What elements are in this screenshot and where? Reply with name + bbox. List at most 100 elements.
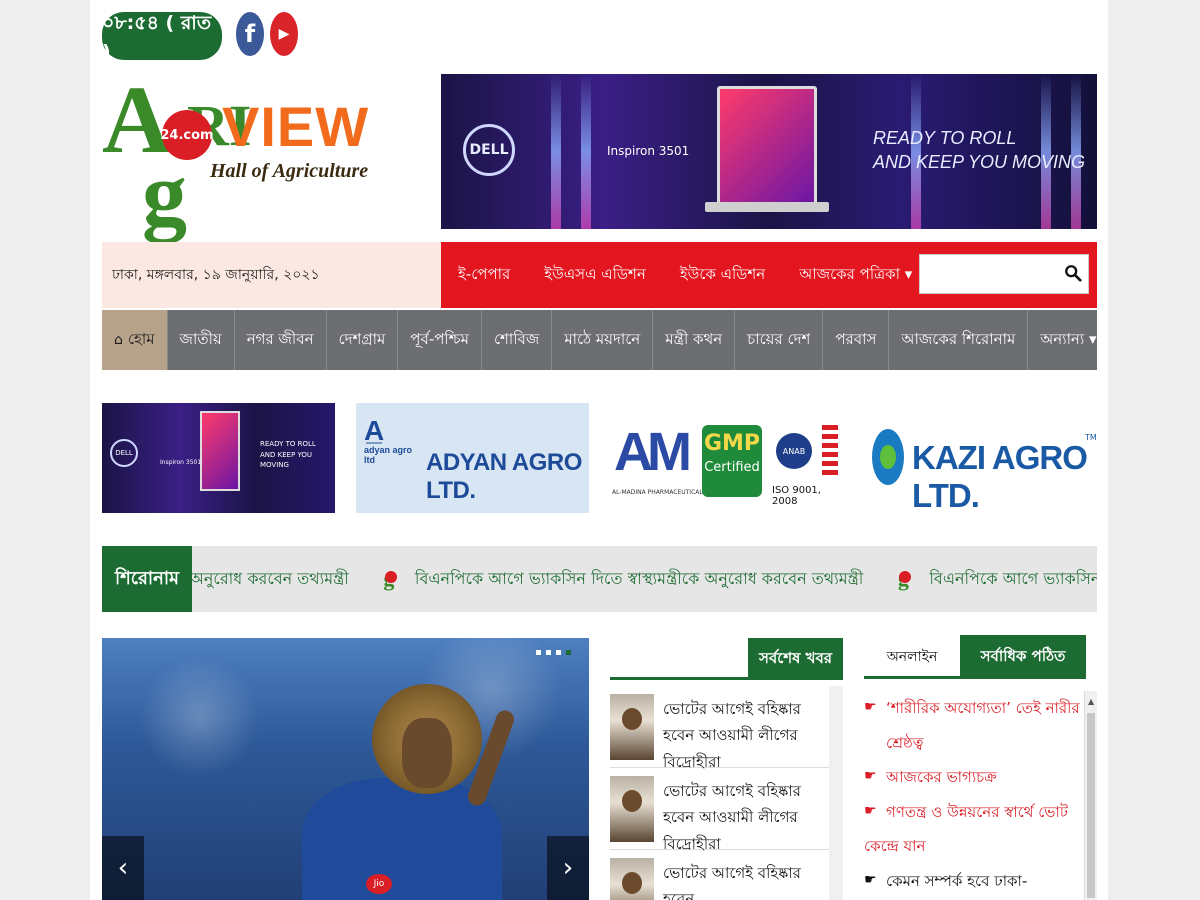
scroll-up-arrow-icon[interactable]: ▲ (1088, 697, 1094, 706)
iso-text: ISO 9001, 2008 (772, 485, 821, 507)
slider-dot[interactable] (536, 650, 541, 655)
player-face (402, 718, 452, 788)
ad-slogan: READY TO ROLL AND KEEP YOU MOVING (260, 440, 316, 469)
featured-slider[interactable]: Jio ‹ › (102, 638, 589, 900)
ticker-logo-icon: g (889, 557, 917, 601)
clock-text: ০৮:৫৪ ( রাত ) (102, 12, 212, 63)
menu-item-epaper[interactable]: ই-পেপার (441, 263, 527, 288)
search-input[interactable] (920, 255, 1060, 293)
nav-item-showbiz[interactable]: শোবিজ (482, 310, 553, 370)
tab-online[interactable]: অনলাইন (864, 635, 960, 679)
banner-slogan: READY TO ROLL AND KEEP YOU MOVING (873, 128, 1086, 173)
menu-item-uk-edition[interactable]: ইউকে এডিশন (663, 263, 782, 288)
news-title[interactable]: ভোটের আগেই বহিষ্কার হবেন (663, 860, 828, 900)
list-item[interactable]: ভোটের আগেই বহিষ্কার হবেন (610, 850, 830, 900)
ad-adyan-agro[interactable]: A̲ adyan agro ltd ADYAN AGRO LTD. (356, 403, 589, 513)
menu-item-usa-edition[interactable]: ইউএসএ এডিশন (527, 263, 663, 288)
latest-news-title: সর্বশেষ খবর (748, 638, 843, 680)
nav-item-east-west[interactable]: পূর্ব-পশ্চিম (398, 310, 482, 370)
menu-item-todays-paper[interactable]: আজকের পত্রিকা ▾ (782, 263, 929, 288)
pointing-hand-icon: ☛ (864, 768, 877, 784)
laptop-base (705, 202, 829, 212)
pointing-hand-icon: ☛ (864, 802, 877, 819)
nav-item-sports[interactable]: মাঠে ময়দানে (552, 310, 654, 370)
slider-dot-active[interactable] (566, 650, 571, 655)
site-logo[interactable]: A RI VIEW 24.com g Hall of Agriculture (102, 72, 392, 240)
adyan-logo: A̲ adyan agro ltd (364, 415, 413, 466)
list-item[interactable]: ভোটের আগেই বহিষ্কার হবেন আওয়ামী লীগের ব… (610, 686, 830, 771)
most-read-scrollbar[interactable]: ▲ (1084, 691, 1097, 900)
nav-item-others[interactable]: অন্যান্য ▾ (1028, 310, 1108, 370)
nav-item-ministers[interactable]: মন্ত্রী কথন (653, 310, 736, 370)
home-icon: ⌂ (114, 332, 123, 348)
date-bar: ঢাকা, মঙ্গলবার, ১৯ জানুয়ারি, ২০২১ (102, 242, 441, 308)
most-read-list: ☛ ‘শারীরিক অযোগ্যতা’ তেই নারীর শ্রেষ্ঠত্… (864, 691, 1082, 900)
pointing-hand-icon: ☛ (864, 699, 877, 715)
nav-item-national[interactable]: জাতীয় (168, 310, 235, 370)
slider-next-arrow[interactable]: › (547, 836, 589, 900)
current-date: ঢাকা, মঙ্গলবার, ১৯ জানুয়ারি, ২০২১ (112, 267, 320, 283)
ticker-item[interactable]: অনুরোধ করবেন তথ্যমন্ত্রী (190, 566, 349, 593)
ticker-logo-icon: g (375, 557, 403, 601)
page: ০৮:৫৪ ( রাত ) f ▶ A RI VIEW 24.com g Hal… (90, 0, 1108, 900)
nav-item-headlines[interactable]: আজকের শিরোনাম (889, 310, 1029, 370)
ticker-label: শিরোনাম (102, 546, 192, 612)
search-box (919, 254, 1089, 294)
banner-model: Inspiron 3501 (607, 144, 690, 158)
gmp-badge: GMP Certified (702, 425, 762, 497)
slider-dot[interactable] (556, 650, 561, 655)
almadina-logo: AM (614, 422, 692, 482)
latest-news-list: ভোটের আগেই বহিষ্কার হবেন আওয়ামী লীগের ব… (610, 686, 830, 900)
news-title[interactable]: ভোটের আগেই বহিষ্কার হবেন আওয়ামী লীগের ব… (663, 778, 828, 857)
main-nav: ⌂ হোম জাতীয় নগর জীবন দেশগ্রাম পূর্ব-পশ্… (102, 310, 1097, 370)
facebook-icon[interactable]: f (236, 12, 264, 56)
news-title[interactable]: ভোটের আগেই বহিষ্কার হবেন আওয়ামী লীগের ব… (663, 696, 828, 775)
slider-dots (536, 650, 571, 655)
youtube-icon[interactable]: ▶ (270, 12, 298, 56)
ad-al-madina[interactable]: AM AL-MADINA PHARMACEUTICALS LTD. GMP Ce… (610, 403, 843, 513)
ticker-item[interactable]: বিএনপিকে আগে ভ্যাকসিন দিতে স্বাস্থ্যমন্ত… (415, 566, 863, 593)
slider-prev-arrow[interactable]: ‹ (102, 836, 144, 900)
nav-item-city-life[interactable]: নগর জীবন (235, 310, 327, 370)
slider-dot[interactable] (546, 650, 551, 655)
list-item[interactable]: ☛ ‘শারীরিক অযোগ্যতা’ তেই নারীর শ্রেষ্ঠত্… (864, 691, 1082, 760)
nav-item-abroad[interactable]: পরবাস (823, 310, 890, 370)
news-thumbnail (610, 694, 654, 760)
ad-model: Inspiron 3501 (160, 459, 202, 466)
logo-tagline: Hall of Agriculture (210, 160, 369, 182)
logo-letter-g: g (142, 145, 187, 244)
dell-logo: DELL (110, 439, 138, 467)
certified-stamp (822, 425, 838, 475)
clock-badge: ০৮:৫৪ ( রাত ) (102, 12, 222, 63)
ad-kazi-agro[interactable]: KAZI AGRO LTD. TM (864, 403, 1097, 514)
latest-news-header: সর্বশেষ খবর (610, 638, 843, 680)
search-icon[interactable] (1064, 264, 1082, 282)
tab-most-read[interactable]: সর্বাধিক পঠিত (960, 635, 1086, 679)
ad-dell[interactable]: DELL READY TO ROLL AND KEEP YOU MOVING I… (102, 403, 335, 513)
ticker-item[interactable]: বিএনপিকে আগে ভ্যাকসিন দিতে স্বাস্থ্যমন্ত… (929, 566, 1097, 593)
top-banner-ad[interactable]: DELL Inspiron 3501 READY TO ROLL AND KEE… (441, 74, 1097, 229)
jersey-logo: Jio (366, 874, 392, 894)
latest-scrollbar[interactable] (829, 686, 843, 900)
laptop-image (717, 86, 817, 206)
kazi-logo (872, 429, 904, 485)
logo-view-text: VIEW (222, 95, 370, 158)
banner-light-beam (581, 74, 591, 229)
laptop-image (200, 411, 240, 491)
ad-name: ADYAN AGRO LTD. (426, 449, 582, 504)
list-item[interactable]: ☛ গণতন্ত্র ও উন্নয়নের স্বার্থে ভোট কেন্… (864, 795, 1082, 864)
nav-item-country[interactable]: দেশগ্রাম (327, 310, 399, 370)
news-thumbnail (610, 858, 654, 900)
list-item[interactable]: ☛ আজকের ভাগ্যচক্র (864, 760, 1082, 795)
anab-badge: ANAB (776, 433, 812, 469)
list-item[interactable]: ভোটের আগেই বহিষ্কার হবেন আওয়ামী লীগের ব… (610, 768, 830, 853)
scrollbar-thumb[interactable] (1087, 713, 1095, 898)
pointing-hand-icon: ☛ (864, 871, 877, 888)
top-menu: ই-পেপার ইউএসএ এডিশন ইউকে এডিশন আজকের পত্… (441, 242, 1097, 308)
list-item[interactable]: ☛ কেমন সম্পর্ক হবে ঢাকা-ওয়াশিংটন (864, 864, 1082, 900)
popular-tabs: অনলাইন সর্বাধিক পঠিত ☛ ‘শারীরিক অযোগ্যতা… (864, 635, 1097, 900)
nav-item-home[interactable]: ⌂ হোম (102, 310, 168, 370)
headline-ticker: শিরোনাম অনুরোধ করবেন তথ্যমন্ত্রী g বিএনপ… (102, 546, 1097, 612)
nav-item-tea-country[interactable]: চায়ের দেশ (735, 310, 824, 370)
banner-light-beam (551, 74, 561, 229)
